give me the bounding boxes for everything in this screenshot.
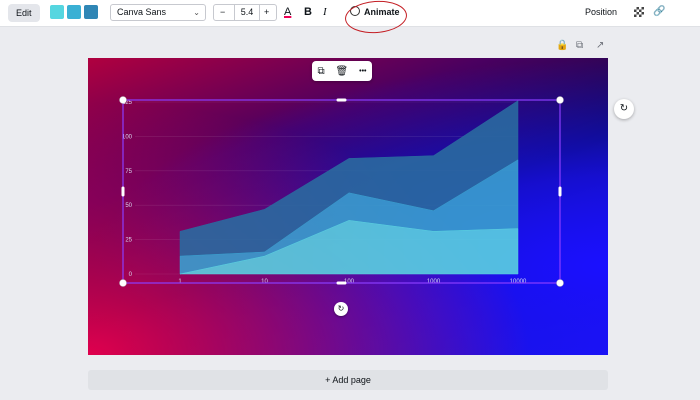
area-chart[interactable]: 02550751001251 10 100 1000 10000 <box>88 58 608 355</box>
font-size-value[interactable]: 5.4 <box>234 5 260 20</box>
lock-icon[interactable]: 🔒 <box>556 40 568 51</box>
edit-button[interactable]: Edit <box>8 4 40 22</box>
x-tick-label: 1 <box>178 279 182 285</box>
increase-font-size-button[interactable]: + <box>264 5 269 20</box>
corner-resize-handle[interactable] <box>556 279 564 287</box>
top-resize-handle[interactable] <box>336 98 347 102</box>
corner-resize-handle[interactable] <box>556 96 564 104</box>
color-swatch-2[interactable] <box>67 5 81 19</box>
link-icon[interactable]: 🔗 <box>653 5 665 19</box>
y-tick-label: 0 <box>129 272 133 278</box>
duplicate-page-icon[interactable]: ⧉ <box>576 40 583 51</box>
duplicate-icon[interactable]: ⧉ <box>317 66 324 77</box>
font-size-stepper[interactable]: − 5.4 + <box>213 4 277 21</box>
y-tick-label: 25 <box>125 238 132 244</box>
color-swatch-3[interactable] <box>84 5 98 19</box>
x-tick-label: 10 <box>261 279 268 285</box>
chevron-down-icon: ⌄ <box>193 8 200 17</box>
position-button[interactable]: Position <box>585 6 617 18</box>
element-toolbar: ⧉ 🗑 ••• <box>312 61 372 81</box>
font-family-value: Canva Sans <box>117 7 167 17</box>
trash-icon[interactable]: 🗑 <box>336 66 349 77</box>
bottom-resize-handle[interactable] <box>336 281 347 285</box>
italic-icon[interactable]: I <box>323 5 327 19</box>
left-resize-handle[interactable] <box>121 186 125 197</box>
font-family-select[interactable]: Canva Sans ⌄ <box>110 4 206 21</box>
add-page-icon[interactable]: ↗ <box>596 40 604 51</box>
decrease-font-size-button[interactable]: − <box>220 5 225 20</box>
bold-icon[interactable]: B <box>304 5 312 19</box>
x-tick-label: 10000 <box>510 279 527 285</box>
corner-resize-handle[interactable] <box>119 279 127 287</box>
transparency-icon[interactable] <box>634 7 644 17</box>
add-page-button[interactable]: + Add page <box>88 370 608 390</box>
x-tick-label: 1000 <box>427 279 441 285</box>
y-tick-label: 50 <box>125 203 132 209</box>
color-swatch-1[interactable] <box>50 5 64 19</box>
more-options-icon[interactable]: ••• <box>359 68 366 75</box>
y-tick-label: 75 <box>125 169 132 175</box>
top-toolbar: Edit Canva Sans ⌄ − 5.4 + A B I Animate … <box>0 0 700 36</box>
rotate-handle-icon[interactable]: ↻ <box>334 302 348 316</box>
refresh-icon[interactable]: ↻ <box>614 99 634 119</box>
corner-resize-handle[interactable] <box>119 96 127 104</box>
right-resize-handle[interactable] <box>558 186 562 197</box>
text-color-icon[interactable]: A <box>284 5 291 19</box>
